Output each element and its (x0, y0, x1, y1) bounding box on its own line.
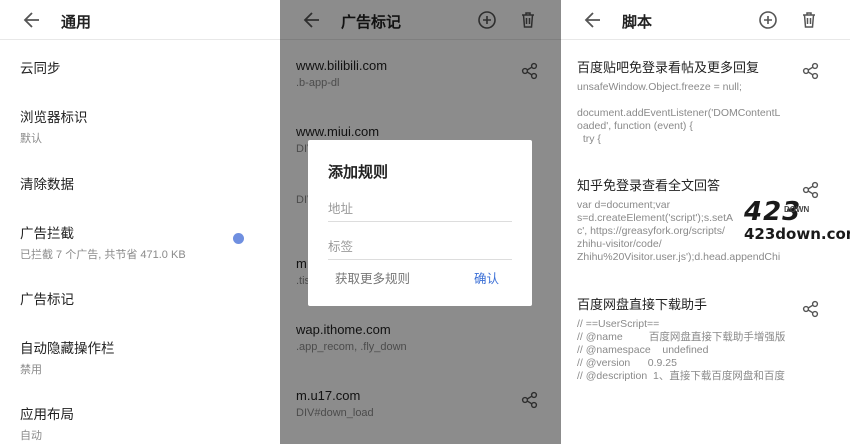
watermark-down-text: DOWN (784, 205, 810, 214)
script-code-preview: // ==UserScript== // @name 百度网盘直接下载助手增强版… (577, 318, 786, 382)
settings-item-app-layout[interactable]: 应用布局 自动 (20, 403, 280, 443)
dialog-title: 添加规则 (328, 164, 389, 181)
settings-item-label: 自动隐藏操作栏 (20, 341, 115, 356)
share-icon[interactable] (802, 62, 820, 80)
get-more-rules-button[interactable]: 获取更多规则 (335, 268, 410, 287)
address-input[interactable]: 地址 (328, 198, 512, 222)
settings-item-label: 云同步 (20, 61, 61, 76)
add-circle-icon[interactable] (758, 10, 778, 30)
script-item[interactable]: 百度网盘直接下载助手 // ==UserScript== // @name 百度… (577, 296, 802, 383)
share-icon[interactable] (802, 300, 820, 318)
ad-block-status-dot (233, 233, 244, 244)
settings-panel: 通用 云同步 浏览器标识 默认 清除数据 广告拦截 已拦截 7 个广告, 共节省… (0, 0, 280, 444)
settings-item-value: 禁用 (20, 364, 42, 376)
script-item[interactable]: 百度贴吧免登录看帖及更多回复 unsafeWindow.Object.freez… (577, 59, 802, 146)
delete-icon[interactable] (799, 10, 819, 30)
confirm-button[interactable]: 确认 (474, 268, 499, 287)
settings-item-user-agent[interactable]: 浏览器标识 默认 (20, 106, 280, 146)
settings-item-label: 浏览器标识 (20, 110, 88, 125)
watermark-domain: 423down.com (744, 225, 850, 243)
scripts-title: 脚本 (622, 14, 653, 31)
settings-app-bar: 通用 (0, 0, 280, 40)
add-rule-dialog: 添加规则 地址 标签 获取更多规则 确认 (308, 140, 532, 306)
site-watermark-logo: 423 DOWN 423down.com (744, 197, 850, 249)
settings-item-value: 已拦截 7 个广告, 共节省 471.0 KB (20, 249, 186, 261)
script-code-preview: unsafeWindow.Object.freeze = null; docum… (577, 81, 781, 145)
settings-item-label: 应用布局 (20, 407, 74, 422)
back-arrow-icon[interactable] (583, 10, 603, 30)
script-name: 知乎免登录查看全文回答 (577, 178, 721, 193)
settings-item-cloud-sync[interactable]: 云同步 (20, 57, 280, 77)
ad-mark-panel: 广告标记 www.bilibili.com .b-app-dl www.miui… (280, 0, 561, 444)
settings-title: 通用 (61, 14, 92, 31)
tag-input[interactable]: 标签 (328, 236, 512, 260)
settings-item-value: 默认 (20, 133, 42, 145)
settings-item-auto-hide-toolbar[interactable]: 自动隐藏操作栏 禁用 (20, 337, 280, 377)
script-name: 百度网盘直接下载助手 (577, 297, 708, 312)
back-arrow-icon[interactable] (22, 10, 42, 30)
settings-item-value: 自动 (20, 430, 42, 442)
settings-item-label: 广告标记 (20, 292, 74, 307)
settings-item-label: 清除数据 (20, 177, 74, 192)
script-name: 百度贴吧免登录看帖及更多回复 (577, 60, 760, 75)
settings-item-ad-mark[interactable]: 广告标记 (20, 288, 280, 308)
settings-item-clear-data[interactable]: 清除数据 (20, 173, 280, 193)
scripts-app-bar: 脚本 (561, 0, 850, 40)
